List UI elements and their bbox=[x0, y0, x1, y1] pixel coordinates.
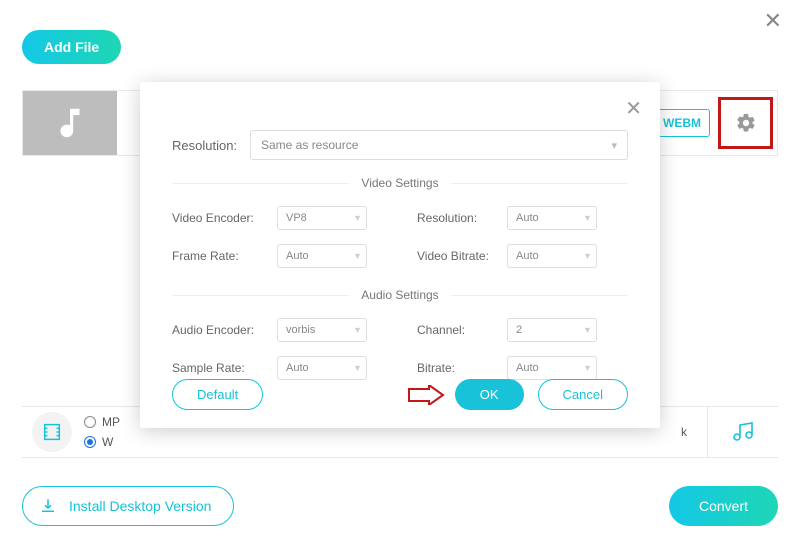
close-icon[interactable]: ✕ bbox=[625, 96, 642, 121]
close-icon[interactable]: ✕ bbox=[764, 8, 782, 34]
footer-row: Install Desktop Version Convert bbox=[22, 486, 778, 526]
select-value: Auto bbox=[516, 362, 539, 374]
convert-button[interactable]: Convert bbox=[669, 486, 778, 526]
video-bitrate-select[interactable]: Auto bbox=[507, 244, 597, 268]
resolution-value: Same as resource bbox=[261, 138, 358, 152]
radio-label: W bbox=[102, 435, 113, 449]
resolution-select[interactable]: Same as resource bbox=[250, 130, 628, 160]
video-bitrate-label: Video Bitrate: bbox=[417, 249, 507, 263]
select-value: vorbis bbox=[286, 324, 315, 336]
default-button[interactable]: Default bbox=[172, 379, 263, 410]
audio-section-title: Audio Settings bbox=[349, 288, 450, 302]
settings-modal: ✕ Resolution: Same as resource Video Set… bbox=[140, 82, 660, 428]
video-encoder-label: Video Encoder: bbox=[172, 211, 277, 225]
video-encoder-select[interactable]: VP8 bbox=[277, 206, 367, 230]
video-section-title: Video Settings bbox=[349, 176, 450, 190]
install-label: Install Desktop Version bbox=[69, 498, 211, 514]
settings-highlight bbox=[718, 97, 773, 149]
resolution-label: Resolution: bbox=[172, 138, 250, 153]
channel-select[interactable]: 2 bbox=[507, 318, 597, 342]
sample-rate-select[interactable]: Auto bbox=[277, 356, 367, 380]
frame-rate-label: Frame Rate: bbox=[172, 249, 277, 263]
download-icon bbox=[39, 497, 57, 515]
radio-icon bbox=[84, 416, 96, 428]
radio-option-w[interactable]: W bbox=[84, 435, 120, 449]
ok-button[interactable]: OK bbox=[455, 379, 524, 410]
audio-tab[interactable] bbox=[708, 420, 778, 444]
select-value: Auto bbox=[286, 250, 309, 262]
cancel-button[interactable]: Cancel bbox=[538, 379, 628, 410]
bitrate-select[interactable]: Auto bbox=[507, 356, 597, 380]
music-icon bbox=[731, 420, 755, 444]
audio-settings-grid: Audio Encoder: vorbis Channel: 2 Sample … bbox=[172, 318, 628, 380]
gear-icon[interactable] bbox=[735, 112, 757, 134]
audio-encoder-label: Audio Encoder: bbox=[172, 323, 277, 337]
install-desktop-button[interactable]: Install Desktop Version bbox=[22, 486, 234, 526]
video-settings-grid: Video Encoder: VP8 Resolution: Auto Fram… bbox=[172, 206, 628, 268]
radio-option-mp[interactable]: MP bbox=[84, 415, 120, 429]
radio-icon bbox=[84, 436, 96, 448]
select-value: Auto bbox=[516, 250, 539, 262]
sample-rate-label: Sample Rate: bbox=[172, 361, 277, 375]
file-thumbnail bbox=[23, 91, 117, 155]
select-value: VP8 bbox=[286, 212, 307, 224]
add-file-button[interactable]: Add File bbox=[22, 30, 121, 64]
modal-footer: Default OK Cancel bbox=[172, 379, 628, 410]
select-value: Auto bbox=[516, 212, 539, 224]
channel-label: Channel: bbox=[417, 323, 507, 337]
radio-label: MP bbox=[102, 415, 120, 429]
music-note-icon bbox=[51, 104, 89, 142]
resolution2-label: Resolution: bbox=[417, 211, 507, 225]
frame-rate-select[interactable]: Auto bbox=[277, 244, 367, 268]
arrow-annotation bbox=[407, 385, 445, 405]
audio-encoder-select[interactable]: vorbis bbox=[277, 318, 367, 342]
resolution2-select[interactable]: Auto bbox=[507, 206, 597, 230]
format-badge[interactable]: WEBM bbox=[654, 109, 710, 137]
format-radio-group: MP W bbox=[84, 415, 120, 449]
truncated-text: k bbox=[681, 425, 707, 439]
bitrate-label: Bitrate: bbox=[417, 361, 507, 375]
video-tab-icon-wrap[interactable] bbox=[32, 412, 72, 452]
video-section-divider: Video Settings bbox=[172, 174, 628, 192]
select-value: 2 bbox=[516, 324, 522, 336]
select-value: Auto bbox=[286, 362, 309, 374]
film-icon bbox=[41, 421, 63, 443]
audio-section-divider: Audio Settings bbox=[172, 286, 628, 304]
